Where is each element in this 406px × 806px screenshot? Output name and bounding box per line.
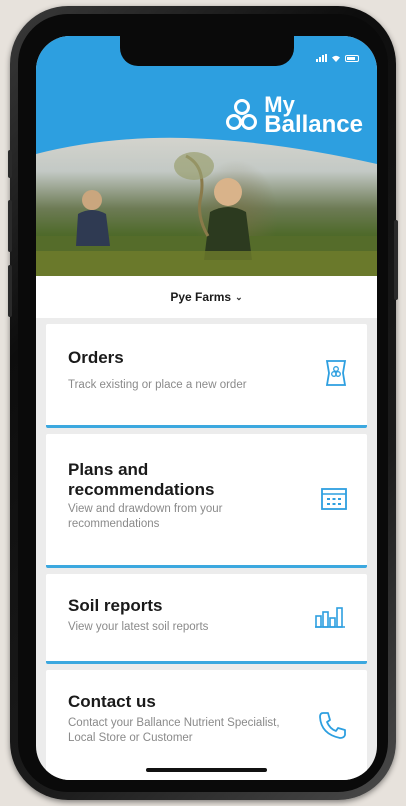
card-description: Contact your Ballance Nutrient Specialis… — [68, 717, 280, 744]
fertiliser-bag-icon — [325, 360, 347, 386]
farm-selector[interactable]: Pye Farms ⌄ — [36, 276, 377, 318]
calendar-icon — [321, 488, 347, 510]
card-description: View your latest soil reports — [68, 621, 209, 633]
wifi-icon — [332, 55, 340, 62]
bar-chart-icon — [315, 607, 345, 628]
signal-icon — [316, 54, 327, 62]
hero-banner: My Ballance — [36, 36, 377, 276]
card-title: Plans and recommendations — [68, 460, 215, 499]
ballance-logo-icon — [226, 99, 258, 130]
status-bar — [316, 54, 359, 62]
phone-icon — [319, 712, 346, 739]
card-contact-us[interactable]: Contact us Contact your Ballance Nutrien… — [46, 670, 367, 780]
volume-down-button — [8, 265, 12, 317]
home-indicator[interactable] — [146, 768, 267, 772]
volume-up-button — [8, 200, 12, 252]
app-logo: My Ballance — [225, 94, 363, 138]
chevron-down-icon: ⌄ — [235, 291, 243, 302]
power-button — [394, 220, 398, 300]
farm-name: Pye Farms — [170, 290, 232, 304]
notch — [120, 36, 294, 66]
app-screen: My Ballance Pye Farms ⌄ Orders Track exi… — [36, 36, 377, 780]
card-soil-reports[interactable]: Soil reports View your latest soil repor… — [46, 574, 367, 664]
card-title: Orders — [68, 348, 124, 367]
logo-text-ballance: Ballance — [264, 111, 363, 138]
battery-icon — [345, 54, 359, 62]
card-description: View and drawdown from your recommendati… — [68, 503, 223, 530]
card-plans[interactable]: Plans and recommendations View and drawd… — [46, 434, 367, 568]
card-orders[interactable]: Orders Track existing or place a new ord… — [46, 324, 367, 428]
mute-switch — [8, 150, 12, 178]
card-description: Track existing or place a new order — [68, 379, 247, 391]
card-title: Soil reports — [68, 596, 163, 615]
card-title: Contact us — [68, 692, 156, 711]
